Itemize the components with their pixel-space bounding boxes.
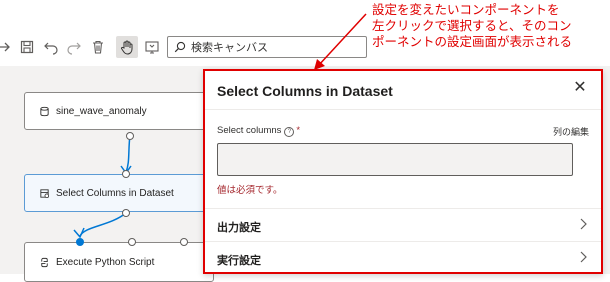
search-icon [174,41,186,53]
divider [205,109,601,110]
input-port[interactable] [128,238,136,246]
save-icon[interactable] [18,38,36,56]
run-settings-section[interactable]: 実行設定 [205,243,601,273]
redo-icon[interactable] [0,38,12,56]
table-icon [40,188,50,198]
select-columns-field[interactable] [217,143,573,176]
required-mark: * [296,125,301,136]
select-columns-label: Select columns? * [217,125,300,137]
chevron-right-icon [580,251,587,263]
divider [205,208,601,209]
output-port[interactable] [126,132,134,140]
annotation-line: 設定を変えたいコンポーネントを [372,3,560,17]
undo-icon[interactable] [42,38,60,56]
edit-columns-link[interactable]: 列の編集 [553,125,589,138]
annotation-line: ポーネントの設定画面が表示される [372,35,573,49]
database-icon [40,106,49,116]
info-icon[interactable]: ? [284,127,295,137]
section-title: 出力設定 [217,222,261,234]
validation-error: 値は必須です。 [217,185,283,196]
pipeline-node-execute-python[interactable]: Execute Python Script [24,242,214,282]
pipeline-node-sine-wave-anomaly[interactable]: sine_wave_anomaly [24,92,214,130]
input-port[interactable] [180,238,188,246]
node-label: Execute Python Script [56,256,155,268]
node-label: sine_wave_anomaly [56,105,147,117]
delete-icon[interactable] [89,38,107,56]
input-port[interactable] [122,170,130,178]
output-port[interactable] [122,209,130,217]
search-placeholder: 検索キャンバス [191,42,268,54]
python-icon [41,257,48,267]
redo-icon[interactable] [65,38,83,56]
annotation-line: 左クリックで選択すると、そのコン [372,19,572,33]
component-settings-panel: Select Columns in Dataset ✕ Select colum… [203,69,603,274]
chevron-right-icon [580,218,587,230]
pipeline-node-select-columns[interactable]: Select Columns in Dataset [24,174,214,212]
divider [205,241,601,242]
node-label: Select Columns in Dataset [56,187,174,199]
panel-title: Select Columns in Dataset [217,83,393,99]
annotation-text: 設定を変えたいコンポーネントを 左クリックで選択すると、そのコン ポーネントの設… [372,2,610,50]
output-settings-section[interactable]: 出力設定 [205,210,601,240]
pan-hand-icon[interactable] [116,36,138,58]
close-icon[interactable]: ✕ [571,79,589,97]
fit-screen-icon[interactable] [143,38,161,56]
field-label-text: Select columns [217,125,282,136]
section-title: 実行設定 [217,255,261,267]
input-port[interactable] [76,238,84,246]
